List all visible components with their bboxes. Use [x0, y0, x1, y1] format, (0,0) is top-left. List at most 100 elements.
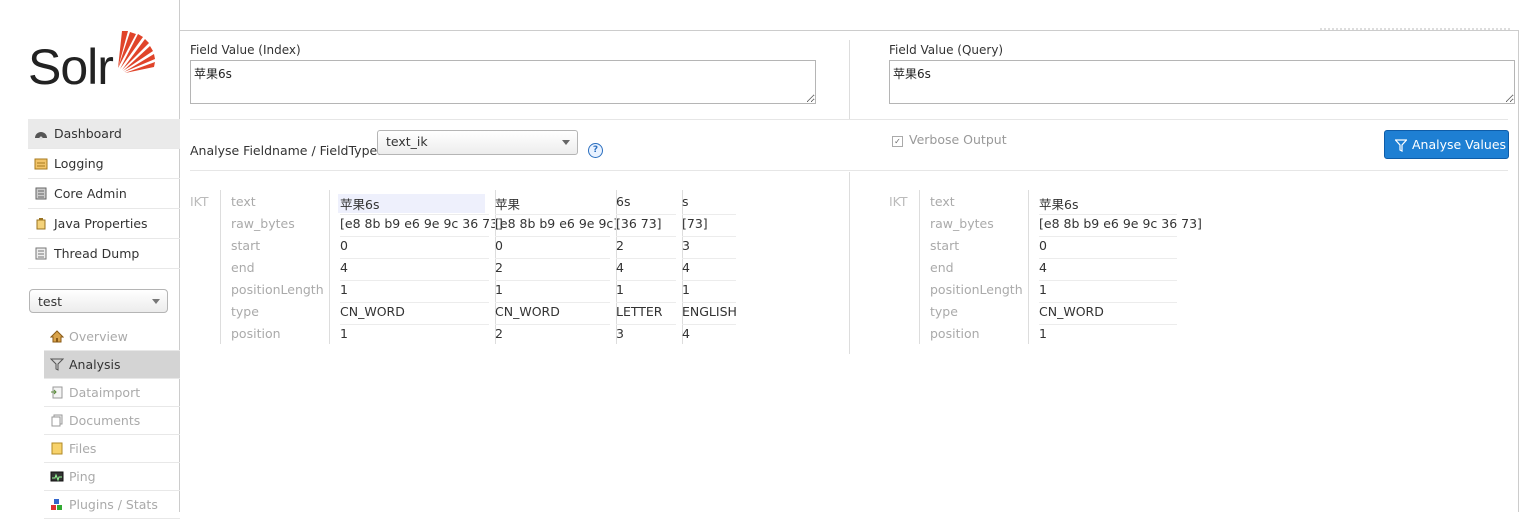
- token-position-cell: 3: [616, 326, 624, 341]
- token-type-cell: ENGLISH: [682, 304, 737, 319]
- token-raw_bytes-cell: [36 73]: [616, 216, 662, 231]
- core-admin-icon: [34, 181, 48, 200]
- core-menu-documents[interactable]: Documents: [44, 407, 180, 435]
- token-start-cell: 0: [340, 238, 348, 253]
- row-divider: [616, 302, 676, 303]
- analyse-values-button[interactable]: Analyse Values: [1384, 130, 1509, 159]
- token-raw_bytes-cell: [e8 8b b9 e6 9e 9c 36 73]: [340, 216, 503, 231]
- token-end-cell: 4: [682, 260, 690, 275]
- token-type-cell: LETTER: [616, 304, 663, 319]
- nav-item-java-properties[interactable]: Java Properties: [28, 209, 180, 239]
- fieldtype-select[interactable]: text_ik: [377, 130, 578, 155]
- token-end-cell: 4: [1039, 260, 1047, 275]
- row-divider: [616, 280, 676, 281]
- chevron-down-icon: [562, 140, 570, 145]
- row-divider: [495, 324, 610, 325]
- core-menu-label: Ping: [69, 469, 96, 484]
- token-raw_bytes-cell: [e8 8b b9 e6 9e 9c 36 73]: [1039, 216, 1202, 231]
- row-divider: [1039, 302, 1177, 303]
- core-menu-label: Documents: [69, 413, 141, 428]
- row-divider: [682, 280, 736, 281]
- verbose-output-checkbox[interactable]: ✓ Verbose Output: [892, 132, 1007, 147]
- row-divider: [495, 280, 610, 281]
- row-divider: [1039, 214, 1177, 215]
- content-right-border: [1518, 30, 1519, 512]
- query-field-input[interactable]: [889, 60, 1515, 104]
- core-selector[interactable]: test: [29, 289, 168, 313]
- column-divider: [919, 190, 920, 344]
- checkbox-checked-icon: ✓: [892, 136, 903, 147]
- row-divider: [495, 302, 610, 303]
- core-menu-analysis[interactable]: Analysis: [44, 351, 180, 379]
- token-end-cell: 4: [616, 260, 624, 275]
- core-menu-files[interactable]: Files: [44, 435, 180, 463]
- attribute-name: end: [930, 260, 954, 275]
- nav-item-core-admin[interactable]: Core Admin: [28, 179, 180, 209]
- attribute-name: positionLength: [930, 282, 1023, 297]
- token-raw_bytes-cell: [73]: [682, 216, 708, 231]
- nav-label: Logging: [54, 156, 104, 171]
- row-divider: [340, 236, 489, 237]
- tokenizer-name: IKT: [889, 194, 908, 209]
- nav-label: Dashboard: [54, 126, 122, 141]
- attribute-name: start: [930, 238, 960, 253]
- row-divider: [616, 236, 676, 237]
- logging-icon: [34, 151, 48, 170]
- core-menu-ping[interactable]: Ping: [44, 463, 180, 491]
- nav-item-thread-dump[interactable]: Thread Dump: [28, 239, 180, 269]
- token-position-cell: 2: [495, 326, 503, 341]
- form-divider: [190, 119, 1508, 120]
- token-text-cell: 苹果: [495, 197, 521, 212]
- query-field-label: Field Value (Query): [889, 43, 1004, 57]
- chevron-down-icon: [152, 299, 160, 304]
- help-icon[interactable]: ?: [588, 143, 603, 158]
- token-position-cell: 1: [1039, 326, 1047, 341]
- token-positionLength-cell: 1: [1039, 282, 1047, 297]
- core-menu-label: Plugins / Stats: [69, 497, 158, 512]
- core-menu-plugins-stats[interactable]: Plugins / Stats: [44, 491, 180, 519]
- row-divider: [495, 214, 610, 215]
- solr-logo[interactable]: Solr: [28, 28, 158, 98]
- attribute-name: raw_bytes: [930, 216, 994, 231]
- index-field-input[interactable]: [190, 60, 816, 104]
- column-divider: [1028, 190, 1029, 344]
- ping-icon: [50, 465, 64, 482]
- token-positionLength-cell: 1: [682, 282, 690, 297]
- column-divider: [220, 190, 221, 344]
- sidebar: Solr Dashboard Logging Core Admin Java P…: [0, 0, 180, 519]
- core-menu-overview[interactable]: Overview: [44, 323, 180, 351]
- dataimport-icon: [50, 381, 64, 399]
- core-menu-dataimport[interactable]: Dataimport: [44, 379, 180, 407]
- index-field-label: Field Value (Index): [190, 43, 301, 57]
- main-nav: Dashboard Logging Core Admin Java Proper…: [28, 119, 180, 269]
- core-menu-label: Analysis: [69, 357, 121, 372]
- row-divider: [495, 236, 610, 237]
- row-divider: [682, 258, 736, 259]
- token-end-cell: 2: [495, 260, 503, 275]
- row-divider: [1039, 236, 1177, 237]
- results-divider: [190, 170, 1508, 171]
- row-divider: [1039, 324, 1177, 325]
- row-divider: [1039, 280, 1177, 281]
- solr-sun-icon: [118, 31, 155, 73]
- token-positionLength-cell: 1: [340, 282, 348, 297]
- core-menu-label: Files: [69, 441, 97, 456]
- home-icon: [49, 325, 65, 343]
- tokenizer-name: IKT: [190, 194, 209, 209]
- token-end-cell: 4: [340, 260, 348, 275]
- nav-label: Core Admin: [54, 186, 127, 201]
- documents-icon: [50, 409, 64, 427]
- row-divider: [682, 302, 736, 303]
- core-menu-label: Overview: [69, 329, 128, 344]
- fieldtype-label: Analyse Fieldname / FieldType:: [190, 143, 382, 158]
- row-divider: [340, 302, 489, 303]
- token-position-cell: 4: [682, 326, 690, 341]
- attribute-name: end: [231, 260, 255, 275]
- nav-item-dashboard[interactable]: Dashboard: [28, 119, 180, 149]
- row-divider: [340, 280, 489, 281]
- row-divider: [616, 214, 676, 215]
- token-type-cell: CN_WORD: [340, 304, 405, 319]
- nav-item-logging[interactable]: Logging: [28, 149, 180, 179]
- core-menu: Overview Analysis Dataimport Documents F…: [44, 323, 180, 519]
- row-divider: [682, 324, 736, 325]
